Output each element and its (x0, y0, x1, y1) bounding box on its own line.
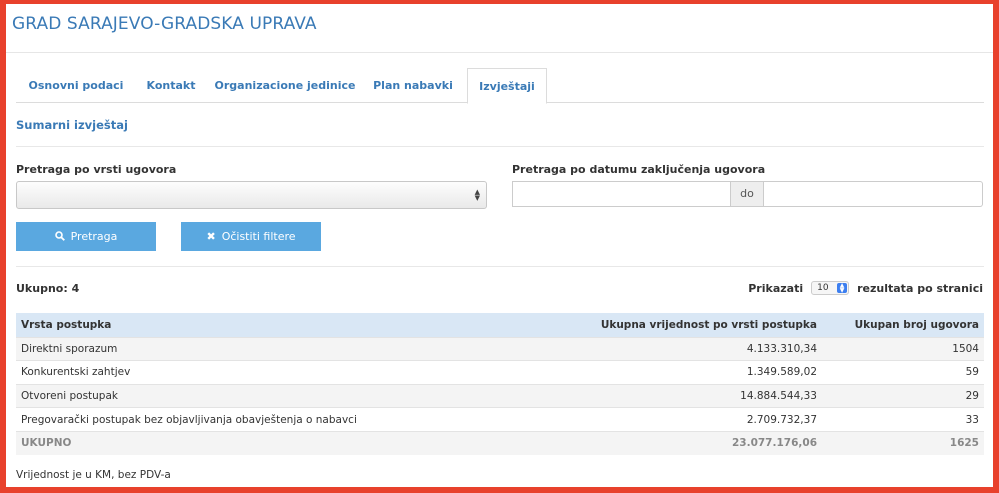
per-page-control: Prikazati 10 ▲ ▼ rezultata po stranici (748, 281, 983, 295)
date-from-input[interactable] (512, 181, 730, 207)
total-value: 23.077.176,06 (462, 430, 822, 455)
table-row: Konkurentski zahtjev 1.349.589,02 59 (16, 360, 984, 385)
tab-plan-nabavki[interactable]: Plan nabavki (368, 68, 458, 103)
page-title: GRAD SARAJEVO-GRADSKA UPRAVA (12, 14, 317, 34)
updown-arrows-icon: ▲ ▼ (474, 188, 480, 202)
procedure-value: 4.133.310,34 (462, 336, 822, 361)
contract-count: 1504 (822, 336, 984, 361)
column-header: Vrsta postupka (21, 318, 112, 331)
search-button-label: Pretraga (70, 230, 118, 243)
date-search-label: Pretraga po datumu zaključenja ugovora (512, 163, 766, 176)
tab-bar: Osnovni podaci Kontakt Organizacione jed… (16, 68, 984, 104)
tab-organizacione-jedinice[interactable]: Organizacione jedinice (213, 68, 357, 103)
search-button[interactable]: Pretraga (16, 222, 156, 251)
clear-filters-button[interactable]: ✖ Očistiti filtere (181, 222, 321, 251)
total-count-value: 1625 (822, 430, 984, 455)
date-separator: do (730, 181, 764, 207)
column-header: Ukupna vrijednost po vrsti postupka (600, 318, 817, 331)
contract-type-label: Pretraga po vrsti ugovora (16, 163, 177, 176)
date-to-input[interactable] (764, 181, 983, 207)
total-count: Ukupno: 4 (16, 282, 80, 295)
tab-osnovni-podaci[interactable]: Osnovni podaci (24, 68, 128, 103)
total-label: UKUPNO (16, 430, 462, 455)
tab-izvjestaji[interactable]: Izvještaji (467, 68, 547, 104)
table-header-row: Vrsta postupka Ukupna vrijednost po vrst… (16, 313, 984, 337)
section-title: Sumarni izvještaj (16, 118, 128, 132)
tab-kontakt[interactable]: Kontakt (140, 68, 202, 103)
close-icon: ✖ (206, 230, 216, 243)
title-divider (6, 52, 993, 53)
updown-arrows-icon: ▲ ▼ (837, 283, 848, 294)
procedure-type: Pregovarački postupak bez objavljivanja … (16, 407, 462, 432)
procedure-type: Direktni sporazum (16, 336, 462, 361)
contract-count: 29 (822, 383, 984, 408)
search-icon (54, 222, 65, 251)
contract-count: 33 (822, 407, 984, 432)
divider (16, 266, 984, 267)
divider (16, 146, 984, 147)
per-page-suffix: rezultata po stranici (857, 281, 983, 295)
contract-type-select[interactable]: ▲ ▼ (16, 181, 487, 209)
table-row: Pregovarački postupak bez objavljivanja … (16, 407, 984, 432)
table-row: Otvoreni postupak 14.884.544,33 29 (16, 383, 984, 408)
procedure-type: Otvoreni postupak (16, 383, 462, 408)
column-header: Ukupan broj ugovora (854, 318, 979, 331)
summary-table: Vrsta postupka Ukupna vrijednost po vrst… (16, 313, 984, 455)
clear-filters-label: Očistiti filtere (221, 230, 296, 243)
procedure-value: 1.349.589,02 (462, 360, 822, 385)
per-page-select[interactable]: 10 ▲ ▼ (811, 281, 850, 295)
procedure-value: 2.709.732,37 (462, 407, 822, 432)
show-label: Prikazati (748, 281, 804, 295)
contract-count: 59 (822, 360, 984, 385)
table-total-row: UKUPNO 23.077.176,06 1625 (16, 430, 984, 455)
currency-note: Vrijednost je u KM, bez PDV-a (16, 469, 171, 481)
per-page-value: 10 (817, 283, 829, 293)
table-row: Direktni sporazum 4.133.310,34 1504 (16, 336, 984, 361)
procedure-type: Konkurentski zahtjev (16, 360, 462, 385)
app-frame: GRAD SARAJEVO-GRADSKA UPRAVA Osnovni pod… (6, 4, 993, 487)
procedure-value: 14.884.544,33 (462, 383, 822, 408)
